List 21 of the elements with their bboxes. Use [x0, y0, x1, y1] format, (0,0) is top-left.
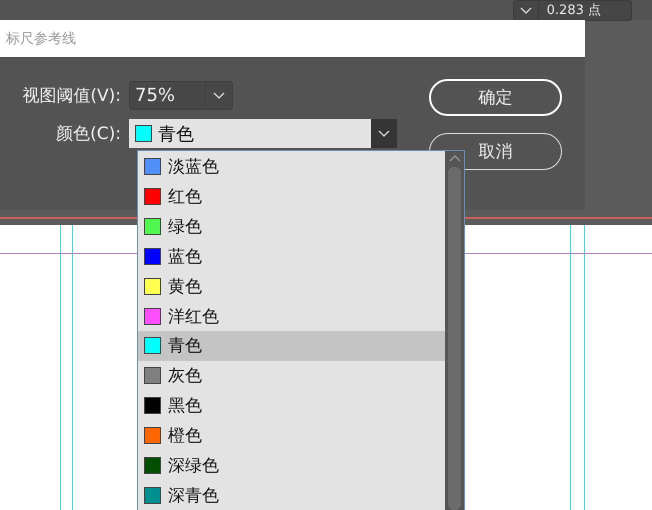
field-label: 视图阈值(V):: [21, 85, 122, 107]
field-label: 颜色(C):: [55, 123, 122, 145]
dialog-title: 标尺参考线: [5, 30, 76, 48]
color-dropdown[interactable]: 青色: [129, 119, 397, 148]
color-swatch: [135, 125, 152, 142]
color-option[interactable]: 橙色: [138, 420, 445, 450]
color-option[interactable]: 蓝色: [138, 241, 445, 272]
color-option[interactable]: 洋红色: [138, 301, 445, 331]
threshold-dropdown[interactable]: 75%: [129, 81, 233, 110]
color-option[interactable]: 黄色: [138, 271, 445, 302]
color-option[interactable]: 绿色: [138, 212, 445, 242]
color-option[interactable]: 黑色: [138, 390, 445, 420]
color-option[interactable]: 灰色: [138, 360, 445, 391]
stroke-weight-field[interactable]: 0.283 点: [512, 0, 632, 21]
scrollbar[interactable]: [445, 151, 464, 510]
color-option[interactable]: 青色: [138, 330, 445, 361]
ok-button[interactable]: 确定: [429, 79, 562, 116]
color-option[interactable]: 红色: [138, 182, 445, 212]
color-option[interactable]: 深青色: [138, 480, 445, 510]
color-option[interactable]: 深绿色: [138, 450, 445, 480]
stroke-weight-value: 0.283 点: [546, 2, 602, 20]
